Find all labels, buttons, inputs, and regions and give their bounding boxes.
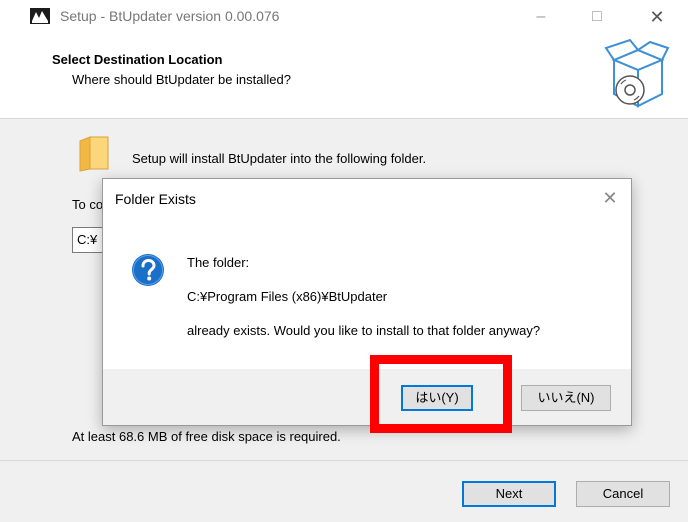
folder-icon [79, 136, 109, 172]
next-button[interactable]: Next [462, 481, 556, 507]
folder-exists-dialog: Folder Exists ✕ The folder: C:¥Program F… [102, 178, 632, 426]
title-bar: Setup - BtUpdater version 0.00.076 – □ ✕ [0, 0, 688, 34]
dialog-message-line3: already exists. Would you like to instal… [187, 323, 541, 338]
disk-space-text: At least 68.6 MB of free disk space is r… [72, 429, 341, 444]
close-button[interactable]: ✕ [642, 4, 672, 30]
dialog-folder-path: C:¥Program Files (x86)¥BtUpdater [187, 289, 388, 304]
installer-app-icon [30, 8, 50, 24]
page-subtitle: Where should BtUpdater be installed? [72, 72, 291, 87]
install-description: Setup will install BtUpdater into the fo… [132, 151, 427, 166]
continue-instruction: To co [72, 197, 104, 212]
setup-box-cd-icon [604, 38, 670, 108]
window-title: Setup - BtUpdater version 0.00.076 [60, 8, 280, 24]
wizard-footer: Next Cancel [0, 461, 688, 522]
page-title: Select Destination Location [52, 52, 223, 67]
question-icon [132, 254, 164, 286]
dialog-message-line1: The folder: [187, 255, 250, 270]
minimize-button[interactable]: – [526, 4, 556, 30]
yes-button[interactable]: はい(Y) [401, 385, 473, 411]
dialog-title: Folder Exists [115, 191, 196, 207]
dialog-close-button[interactable]: ✕ [597, 187, 623, 209]
dialog-button-bar: はい(Y) いいえ(N) [103, 369, 631, 425]
wizard-header: Select Destination Location Where should… [0, 34, 688, 118]
cancel-button[interactable]: Cancel [576, 481, 670, 507]
maximize-button[interactable]: □ [582, 4, 612, 30]
no-button[interactable]: いいえ(N) [521, 385, 611, 411]
